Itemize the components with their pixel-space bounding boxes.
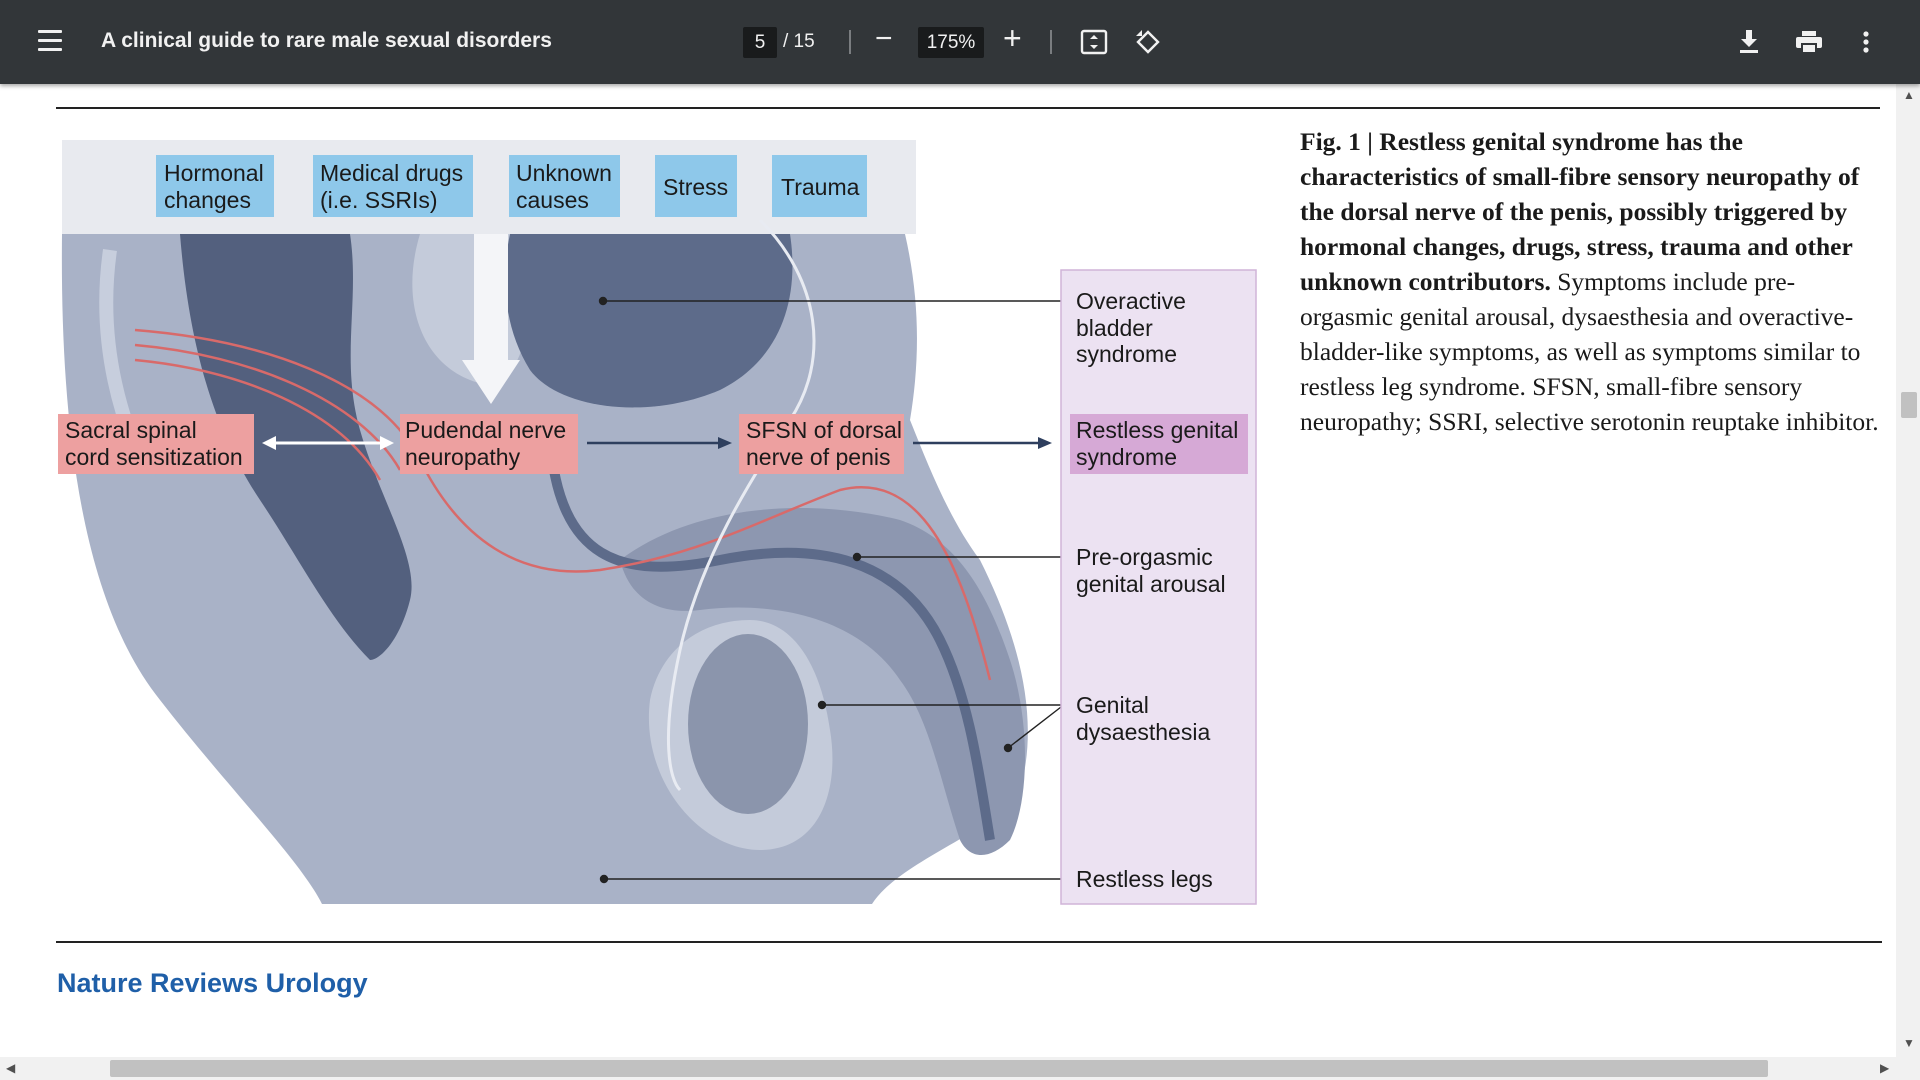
trigger-1-line1: Hormonal [164,160,264,186]
figure-caption: Fig. 1 | Restless genital syndrome has t… [1300,124,1880,439]
scroll-up-icon[interactable]: ▲ [1903,88,1915,102]
figure-1-illustration: Hormonal changes Medical drugs (i.e. SSR… [58,140,1257,905]
trigger-1-line2: changes [164,187,251,213]
horizontal-scroll-thumb[interactable] [110,1060,1768,1077]
vertical-scroll-thumb[interactable] [1901,392,1917,418]
scroll-left-icon[interactable]: ◀ [6,1061,15,1075]
symptom-3-line1: Pre-orgasmic [1076,544,1213,570]
symptom-4-line2: dysaesthesia [1076,719,1210,745]
chain-1-line1: Sacral spinal [65,417,197,443]
page-total: / 15 [783,31,815,52]
trigger-3-line1: Unknown [516,160,612,186]
vertical-scrollbar[interactable]: ▲ ▼ [1896,84,1920,1059]
scroll-right-icon[interactable]: ▶ [1880,1061,1889,1075]
symptom-1-line2: bladder [1076,315,1153,341]
symptom-3-line2: genital arousal [1076,571,1226,597]
journal-name: Nature Reviews Urology [57,968,368,998]
more-vert-icon[interactable] [1862,30,1870,59]
download-icon[interactable] [1737,28,1761,59]
symptom-2-line1: Restless genital [1076,417,1238,443]
symptom-1-line3: syndrome [1076,341,1177,367]
trigger-3-line2: causes [516,187,589,213]
chain-1-line2: cord sensitization [65,444,243,470]
trigger-2-line1: Medical drugs [320,160,463,186]
toolbar-divider [1050,30,1052,54]
zoom-out-button[interactable]: − [875,24,893,54]
trigger-4-line1: Stress [663,174,728,200]
page-bottom-rule [56,941,1882,943]
testis [688,634,808,814]
scroll-down-icon[interactable]: ▼ [1903,1036,1915,1050]
symptom-4-line1: Genital [1076,692,1149,718]
trigger-2-line2: (i.e. SSRIs) [320,187,438,213]
print-icon[interactable] [1795,30,1823,59]
page-number-input[interactable]: 5 [743,27,777,58]
zoom-level-input[interactable]: 175% [918,27,984,58]
chain-3-line1: SFSN of dorsal [746,417,902,443]
chain-2-line2: neuropathy [405,444,521,470]
symptom-5-line1: Restless legs [1076,866,1213,892]
chain-3-line2: nerve of penis [746,444,890,470]
pdf-toolbar: A clinical guide to rare male sexual dis… [0,0,1920,84]
fit-page-icon[interactable] [1080,29,1108,60]
toolbar-divider [849,30,851,54]
symptom-1-line1: Overactive [1076,288,1186,314]
document-title: A clinical guide to rare male sexual dis… [101,29,552,52]
zoom-in-button[interactable]: + [1003,22,1022,54]
horizontal-scrollbar[interactable]: ◀ ▶ [0,1057,1920,1080]
rotate-icon[interactable] [1133,27,1163,62]
chain-2-line1: Pudendal nerve [405,417,566,443]
menu-icon[interactable] [38,30,64,52]
symptom-2-line2: syndrome [1076,444,1177,470]
trigger-5-line1: Trauma [781,174,860,200]
